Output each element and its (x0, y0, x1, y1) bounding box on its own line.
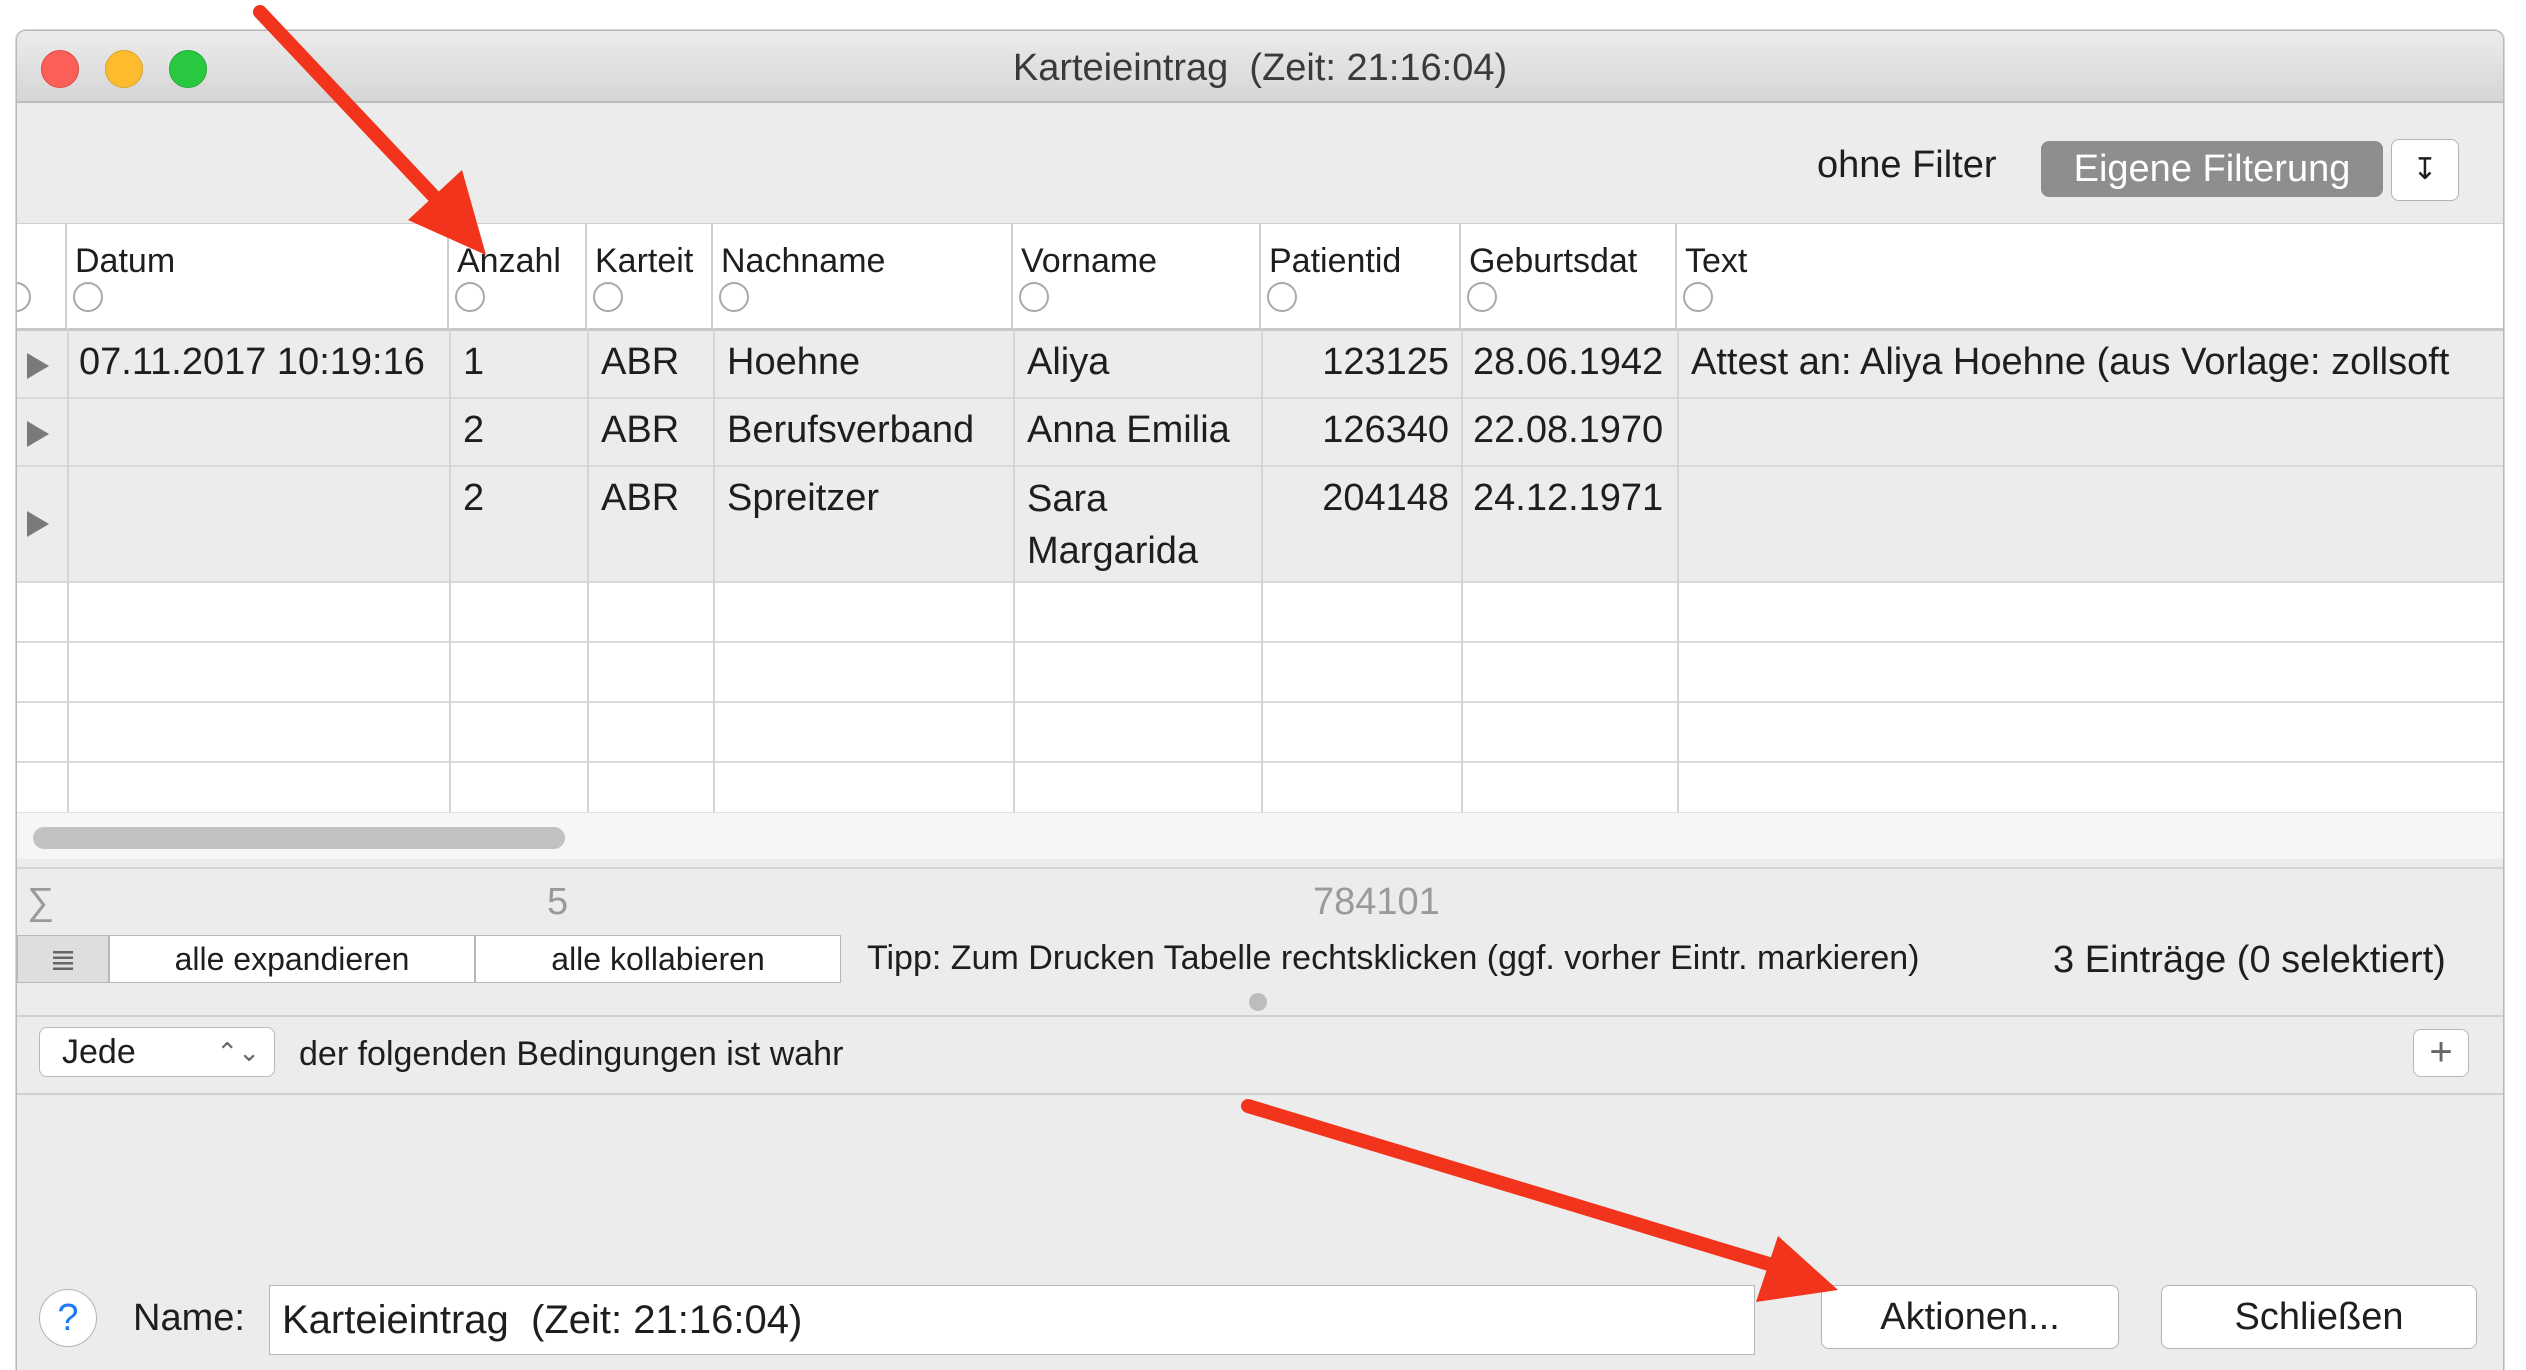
condition-match-value: Jede (62, 1033, 136, 1071)
cell-karteit: ABR (601, 341, 680, 383)
column-divider (713, 328, 715, 812)
stepper-arrows-icon: ⌃⌄ (216, 1037, 260, 1067)
empty-row (17, 643, 2503, 703)
name-label: Name: (133, 1297, 245, 1339)
entries-table[interactable]: Datum Anzahl Karteit Nachname Vorname Pa… (17, 223, 2503, 859)
column-header-label: Patientid (1269, 242, 1402, 280)
filter-menu-icon: ↧ (2412, 153, 2438, 186)
column-divider (587, 328, 589, 812)
column-header-label: Anzahl (457, 242, 561, 280)
add-condition-button[interactable]: + (2413, 1029, 2469, 1077)
cell-geburtsdat: 28.06.1942 (1473, 341, 1664, 383)
disclosure-triangle-icon[interactable] (27, 511, 49, 537)
disclosure-triangle-icon[interactable] (27, 421, 49, 447)
column-header-label: Nachname (721, 242, 886, 280)
cell-vorname: Anna Emilia (1027, 409, 1230, 451)
column-filter-circle-icon[interactable] (73, 282, 103, 312)
entries-count: 3 Einträge (0 selektiert) (2053, 939, 2446, 981)
cell-nachname: Hoehne (727, 341, 861, 383)
list-options-button[interactable]: ≣ (17, 935, 109, 983)
column-filter-circle-icon[interactable] (455, 282, 485, 312)
condition-text: der folgenden Bedingungen ist wahr (299, 1035, 844, 1073)
cell-anzahl: 1 (463, 341, 485, 383)
column-divider (1677, 328, 1679, 812)
help-button[interactable]: ? (39, 1289, 97, 1347)
cell-patientid: 126340 (1322, 409, 1449, 451)
column-header-nachname[interactable]: Nachname (713, 224, 1013, 328)
table-row[interactable]: 07.11.2017 10:19:16 1 ABR Hoehne Aliya 1… (17, 331, 2503, 399)
cell-nachname: Berufsverband (727, 409, 975, 451)
cell-anzahl: 2 (463, 409, 485, 451)
column-filter-circle-icon[interactable] (593, 282, 623, 312)
table-header: Datum Anzahl Karteit Nachname Vorname Pa… (17, 224, 2503, 331)
cell-karteit: ABR (601, 477, 680, 519)
cell-vorname: Aliya (1027, 341, 1110, 383)
column-header-vorname[interactable]: Vorname (1013, 224, 1261, 328)
filter-label: ohne Filter (1817, 144, 1997, 186)
disclosure-triangle-icon[interactable] (27, 353, 49, 379)
column-header-label: Geburtsdat (1469, 242, 1638, 280)
column-header-label: Datum (75, 242, 176, 280)
cell-text: Attest an: Aliya Hoehne (aus Vorlage: zo… (1691, 341, 2450, 383)
actions-button[interactable]: Aktionen... (1821, 1285, 2119, 1349)
print-tip: Tipp: Zum Drucken Tabelle rechtsklicken … (867, 939, 1920, 977)
cell-datum: 07.11.2017 10:19:16 (79, 341, 425, 383)
cell-geburtsdat: 22.08.1970 (1473, 409, 1664, 451)
cell-anzahl: 2 (463, 477, 485, 519)
plus-icon: + (2429, 1030, 2453, 1074)
cell-geburtsdat: 24.12.1971 (1473, 477, 1664, 519)
window-title: Karteieintrag (Zeit: 21:16:04) (1012, 47, 1508, 89)
column-header-karteit[interactable]: Karteit (587, 224, 713, 328)
cell-patientid: 123125 (1322, 341, 1449, 383)
column-filter-circle-icon[interactable] (1683, 282, 1713, 312)
split-view-handle[interactable] (1249, 993, 1267, 1011)
help-icon: ? (57, 1297, 79, 1339)
window: Karteieintrag (Zeit: 21:16:04) ohne Filt… (16, 30, 2504, 1370)
cell-karteit: ABR (601, 409, 680, 451)
filter-menu-button[interactable]: ↧ (2391, 139, 2459, 201)
expand-all-button[interactable]: alle expandieren (109, 935, 475, 983)
column-divider (1013, 328, 1015, 812)
sum-anzahl: 5 (547, 881, 569, 923)
column-header-label: Vorname (1021, 242, 1158, 280)
column-header-patientid[interactable]: Patientid (1261, 224, 1461, 328)
column-filter-circle-icon[interactable] (1467, 282, 1497, 312)
cell-nachname: Spreitzer (727, 477, 880, 519)
list-icon: ≣ (49, 941, 77, 977)
cell-vorname: Sara Margarida (1027, 478, 1199, 572)
column-divider (1261, 328, 1263, 812)
condition-row: Jede ⌃⌄ der folgenden Bedingungen ist wa… (17, 1015, 2503, 1095)
column-header-text[interactable]: Text (1677, 224, 2503, 328)
name-field[interactable]: Karteieintrag (Zeit: 21:16:04) (269, 1285, 1755, 1355)
title-bar: Karteieintrag (Zeit: 21:16:04) (17, 31, 2503, 103)
scrollbar-thumb[interactable] (33, 827, 565, 849)
table-row[interactable]: 2 ABR Berufsverband Anna Emilia 126340 2… (17, 399, 2503, 467)
column-divider (449, 328, 451, 812)
column-header-datum[interactable]: Datum (67, 224, 449, 328)
close-button[interactable]: Schließen (2161, 1285, 2477, 1349)
sum-patientid: 784101 (1313, 881, 1440, 923)
cell-patientid: 204148 (1322, 477, 1449, 519)
empty-row (17, 703, 2503, 763)
column-header-disclosure (17, 224, 67, 328)
column-header-anzahl[interactable]: Anzahl (449, 224, 587, 328)
collapse-all-button[interactable]: alle kollabieren (475, 935, 841, 983)
filter-select[interactable]: Eigene Filterung (2041, 141, 2383, 197)
column-header-label: Karteit (595, 242, 694, 280)
column-divider (67, 328, 69, 812)
table-row[interactable]: 2 ABR Spreitzer Sara Margarida 204148 24… (17, 467, 2503, 583)
condition-match-select[interactable]: Jede ⌃⌄ (39, 1027, 275, 1077)
horizontal-scrollbar[interactable] (17, 812, 2503, 859)
column-filter-circle-icon[interactable] (1267, 282, 1297, 312)
sigma-icon: ∑ (27, 881, 55, 923)
column-divider (1461, 328, 1463, 812)
column-filter-circle-icon[interactable] (719, 282, 749, 312)
empty-row (17, 583, 2503, 643)
column-header-label: Text (1685, 242, 1748, 280)
summary-bar: ∑ 5 784101 ≣ alle expandieren alle kolla… (17, 867, 2503, 985)
column-filter-circle-icon[interactable] (17, 282, 31, 312)
column-header-geburtsdat[interactable]: Geburtsdat (1461, 224, 1677, 328)
column-filter-circle-icon[interactable] (1019, 282, 1049, 312)
